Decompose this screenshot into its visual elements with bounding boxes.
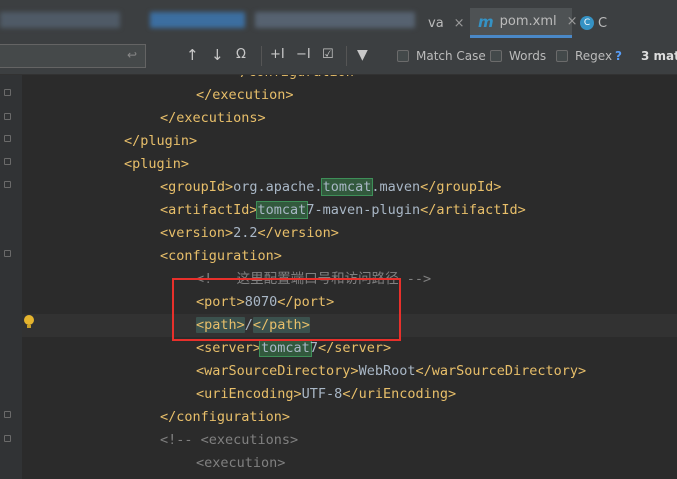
blurred-tab-region — [150, 12, 245, 28]
previous-occurrence-icon[interactable]: ↑ — [186, 47, 199, 63]
class-c-icon: C — [580, 16, 594, 30]
code-line-groupid: <groupId>org.apache.tomcat.maven</groupI… — [160, 178, 502, 196]
code-line-warsource: <warSourceDirectory>WebRoot</warSourceDi… — [196, 363, 587, 379]
toolbar-divider — [346, 46, 347, 66]
code-line: </configuration> — [160, 409, 291, 425]
code-line: </executions> — [160, 110, 266, 126]
code-line-artifactid: <artifactId>tomcat7-maven-plugin</artifa… — [160, 201, 526, 219]
tab-java-file[interactable]: va × — [428, 8, 473, 38]
tab-label: C — [598, 15, 608, 31]
code-line: </configuration> — [232, 75, 362, 84]
maven-m-icon: m — [478, 12, 494, 31]
regex-help-link[interactable]: ? — [615, 49, 622, 63]
close-icon[interactable]: × — [454, 16, 465, 31]
find-toolbar: ↩ ↑ ↓ Ω +Ⅰ −Ⅰ ☑ ▼ Match Case Words Regex… — [0, 38, 677, 75]
new-line-icon[interactable]: ↩ — [127, 48, 137, 62]
editor-gutter — [0, 75, 22, 479]
blurred-tab-region — [0, 12, 120, 28]
next-occurrence-icon[interactable]: ↓ — [211, 47, 224, 63]
find-all-icon[interactable]: Ω — [236, 47, 246, 63]
filter-icon[interactable]: ▼ — [357, 47, 368, 63]
fold-marker-icon[interactable] — [4, 135, 11, 142]
words-checkbox[interactable] — [490, 50, 502, 62]
code-line-version: <version>2.2</version> — [160, 225, 339, 241]
tab-pom-xml[interactable]: m pom.xml × — [470, 8, 578, 38]
words-option[interactable]: Words — [490, 49, 546, 63]
annotation-highlight-box — [172, 278, 401, 341]
blurred-tab-region — [255, 12, 415, 28]
remove-occurrence-icon[interactable]: −Ⅰ — [296, 47, 311, 63]
match-case-checkbox[interactable] — [397, 50, 409, 62]
tab-class-file[interactable]: C C — [572, 8, 607, 38]
fold-marker-icon[interactable] — [4, 250, 11, 257]
editor-tab-bar: va × m pom.xml × C C — [0, 0, 677, 39]
fold-marker-icon[interactable] — [4, 181, 11, 188]
search-match: tomcat — [259, 339, 312, 357]
match-case-label: Match Case — [416, 49, 486, 63]
words-label: Words — [509, 49, 547, 63]
toolbar-divider — [261, 46, 262, 66]
tab-label: pom.xml — [499, 14, 557, 29]
regex-checkbox[interactable] — [556, 50, 568, 62]
code-comment: <!-- <executions> — [160, 432, 299, 448]
add-occurrence-icon[interactable]: +Ⅰ — [270, 47, 285, 63]
code-line: </plugin> — [124, 133, 198, 149]
regex-label: Regex — [575, 49, 613, 63]
code-line-uriencoding: <uriEncoding>UTF-8</uriEncoding> — [196, 386, 457, 402]
lightbulb-intention-icon[interactable] — [24, 315, 34, 328]
tab-label: va — [428, 15, 444, 31]
fold-marker-icon[interactable] — [4, 435, 11, 442]
code-line: </execution> — [196, 87, 294, 103]
regex-option[interactable]: Regex — [556, 49, 612, 63]
code-editor[interactable]: </configuration> </execution> </executio… — [0, 75, 677, 479]
search-match: tomcat — [255, 201, 309, 219]
match-case-option[interactable]: Match Case — [397, 49, 486, 63]
code-line: <configuration> — [160, 248, 282, 264]
select-all-occurrences-icon[interactable]: ☑ — [322, 47, 334, 63]
fold-marker-icon[interactable] — [4, 89, 11, 96]
search-input[interactable]: ↩ — [0, 44, 146, 68]
fold-marker-icon[interactable] — [4, 411, 11, 418]
match-count: 3 matc — [641, 49, 677, 63]
code-line: <plugin> — [124, 156, 190, 172]
fold-marker-icon[interactable] — [4, 158, 11, 165]
code-comment: <execution> — [196, 455, 286, 471]
search-match: tomcat — [320, 178, 374, 196]
fold-marker-icon[interactable] — [4, 113, 11, 120]
